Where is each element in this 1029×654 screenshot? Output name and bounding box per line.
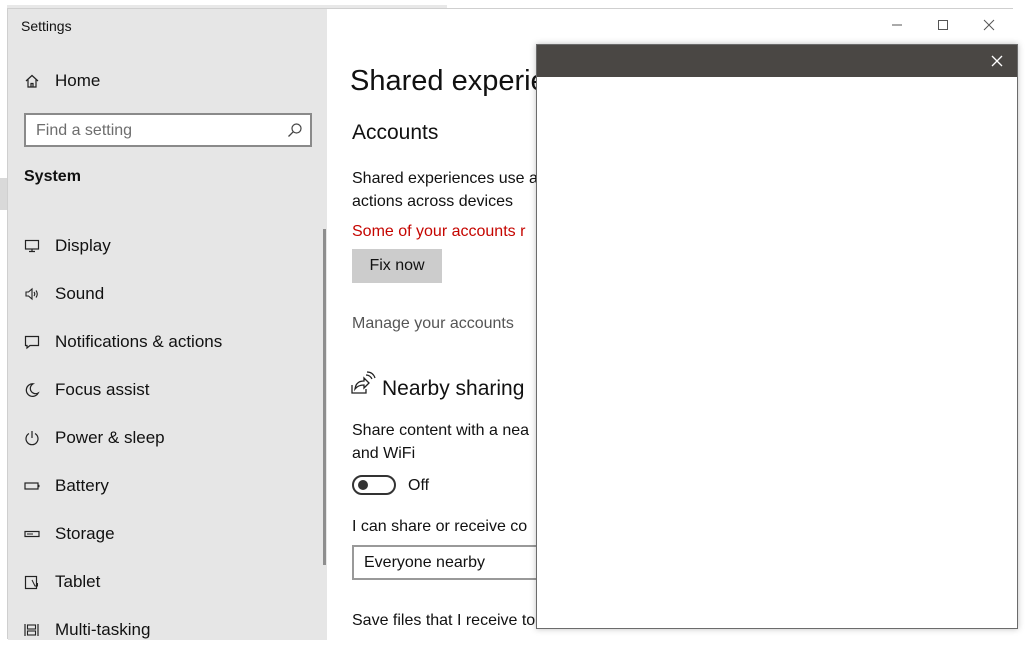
battery-icon [23,477,41,495]
home-nav-item[interactable]: Home [22,69,100,93]
speaker-icon [23,285,41,303]
nearby-sharing-icon [350,371,378,399]
monitor-icon [23,237,41,255]
toggle-knob [358,480,368,490]
maximize-button[interactable] [928,15,958,35]
section-label-system: System [24,168,81,185]
sidebar: Settings Home Find a setting System Disp… [8,9,327,640]
nearby-sharing-toggle[interactable] [352,475,396,495]
sidebar-item-label: Display [55,236,111,255]
sidebar-item-label: Tablet [55,572,101,591]
accounts-heading: Accounts [352,121,439,144]
close-icon [983,19,995,31]
sidebar-item-storage[interactable]: Storage [8,510,327,558]
close-icon [991,55,1003,67]
sidebar-item-sound[interactable]: Sound [8,270,327,318]
sidebar-item-label: Power & sleep [55,428,165,447]
sidebar-nav: Display Sound Notifications & actions Fo… [8,222,327,654]
home-icon [22,71,42,91]
sidebar-item-label: Focus assist [55,380,150,399]
sidebar-item-display[interactable]: Display [8,222,327,270]
sidebar-item-focus-assist[interactable]: Focus assist [8,366,327,414]
fix-now-button[interactable]: Fix now [352,249,442,283]
home-label: Home [55,71,101,90]
dropdown-value: Everyone nearby [364,554,485,571]
popup-dialog [536,44,1018,629]
storage-icon [23,525,41,543]
toggle-state-label: Off [408,477,430,494]
dialog-titlebar [537,45,1017,77]
desktop-background [0,0,7,639]
search-input[interactable]: Find a setting [24,113,312,147]
power-icon [23,429,41,447]
page-title: Shared experie [350,65,547,97]
save-files-label: Save files that I receive to [352,612,536,629]
notification-icon [23,333,41,351]
nearby-sharing-heading: Nearby sharing [382,377,525,400]
search-icon[interactable] [287,122,303,138]
multitasking-icon [23,621,41,639]
sidebar-item-label: Sound [55,284,105,303]
window-close-button[interactable] [974,15,1004,35]
accounts-description-line2: actions across devices [352,193,513,210]
background-window-edge [0,178,7,210]
share-receive-label: I can share or receive co [352,518,528,535]
background-window-top [7,0,447,8]
sidebar-scrollbar[interactable] [323,229,326,565]
accounts-warning: Some of your accounts r [352,223,526,240]
minimize-icon [892,24,902,26]
manage-accounts-link[interactable]: Manage your accounts [352,315,514,333]
minimize-button[interactable] [882,15,912,35]
nearby-description-line2: and WiFi [352,445,416,462]
moon-icon [23,381,41,399]
dialog-close-button[interactable] [989,53,1005,69]
nearby-description-line1: Share content with a nea [352,422,530,439]
sidebar-item-power-sleep[interactable]: Power & sleep [8,414,327,462]
sidebar-item-notifications[interactable]: Notifications & actions [8,318,327,366]
sidebar-item-label: Battery [55,476,109,495]
sidebar-item-label: Storage [55,524,115,543]
tablet-icon [23,573,41,591]
accounts-description-line1: Shared experiences use a [352,170,538,187]
sidebar-item-label: Multi-tasking [55,620,151,639]
sidebar-item-tablet[interactable]: Tablet [8,558,327,606]
sidebar-item-label: Notifications & actions [55,332,223,351]
sidebar-item-multitasking[interactable]: Multi-tasking [8,606,327,654]
sidebar-item-battery[interactable]: Battery [8,462,327,510]
search-placeholder: Find a setting [36,122,133,139]
maximize-icon [938,20,948,30]
app-title: Settings [21,18,72,34]
